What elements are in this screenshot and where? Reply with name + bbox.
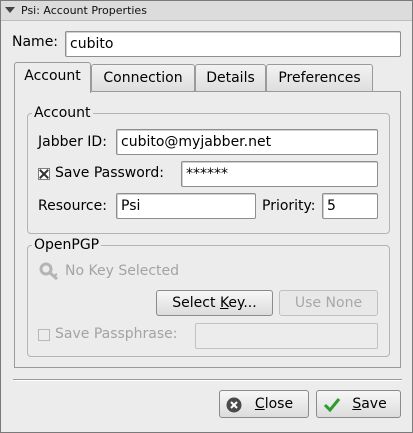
passphrase-input[interactable] bbox=[195, 323, 378, 349]
close-label-rest: lose bbox=[264, 396, 294, 412]
tab-preferences[interactable]: Preferences bbox=[266, 64, 373, 91]
save-passphrase-label: Save Passphrase: bbox=[55, 326, 178, 342]
jabber-id-label: Jabber ID: bbox=[38, 134, 107, 150]
jabber-id-input[interactable]: cubito@myjabber.net bbox=[116, 129, 378, 155]
title-bar: Psi: Account Properties bbox=[1, 1, 412, 21]
footer-separator bbox=[13, 379, 402, 381]
select-key-label-prefix: Select bbox=[172, 295, 220, 311]
priority-input[interactable]: 5 bbox=[322, 193, 378, 219]
select-key-button[interactable]: Select Key... bbox=[156, 290, 273, 316]
account-tab-panel: Account Jabber ID: cubito@myjabber.net S… bbox=[14, 91, 401, 368]
name-input[interactable]: cubito bbox=[65, 31, 401, 57]
save-password-label: Save Password: bbox=[55, 165, 164, 181]
openpgp-group-title: OpenPGP bbox=[32, 237, 102, 253]
checkmark-icon bbox=[323, 396, 341, 413]
window-title: Psi: Account Properties bbox=[21, 4, 147, 17]
account-properties-window: Psi: Account Properties Name: cubito Acc… bbox=[0, 0, 413, 433]
save-mnemonic: S bbox=[352, 396, 362, 412]
tab-account[interactable]: Account bbox=[14, 62, 91, 93]
tab-connection[interactable]: Connection bbox=[91, 64, 195, 91]
use-none-button[interactable]: Use None bbox=[279, 290, 378, 316]
save-password-checkbox[interactable] bbox=[38, 168, 50, 180]
save-button[interactable]: Save bbox=[316, 390, 401, 418]
priority-label: Priority: bbox=[262, 198, 316, 214]
resource-label: Resource: bbox=[38, 198, 107, 214]
password-input[interactable]: ****** bbox=[181, 161, 378, 187]
account-group-title: Account bbox=[32, 105, 93, 121]
window-menu-icon[interactable] bbox=[5, 7, 15, 13]
resource-input[interactable]: Psi bbox=[116, 193, 256, 219]
close-circle-icon bbox=[226, 396, 242, 413]
save-label-rest: ave bbox=[361, 396, 387, 412]
name-label: Name: bbox=[12, 34, 59, 50]
close-button[interactable]: Close bbox=[219, 390, 309, 418]
select-key-label-suffix: ey... bbox=[228, 295, 257, 311]
save-passphrase-checkbox[interactable] bbox=[38, 329, 50, 341]
key-status-label: No Key Selected bbox=[65, 263, 180, 279]
key-icon bbox=[39, 262, 61, 281]
tab-details[interactable]: Details bbox=[195, 64, 266, 91]
close-mnemonic: C bbox=[254, 396, 265, 412]
